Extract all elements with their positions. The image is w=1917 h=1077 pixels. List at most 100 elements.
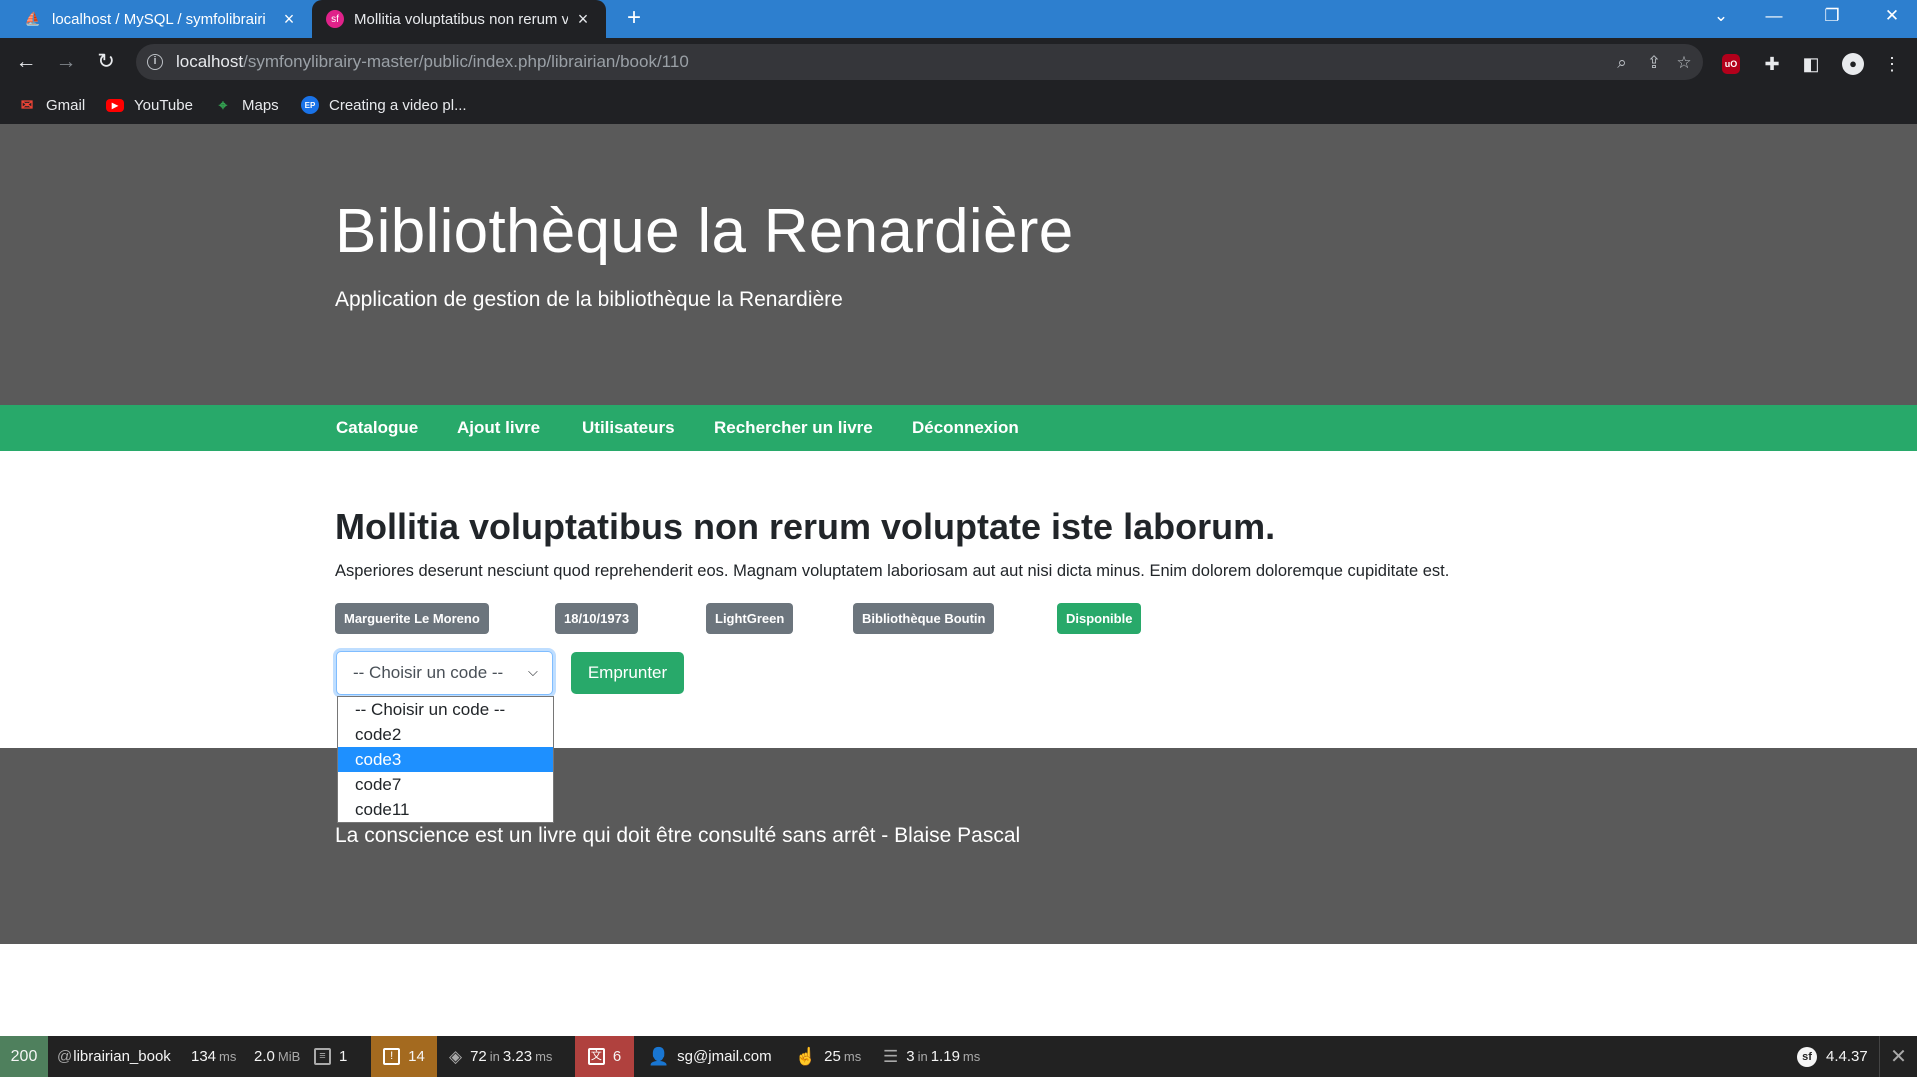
date-badge: 18/10/1973	[555, 603, 639, 634]
site-subtitle: Application de gestion de la bibliothèqu…	[335, 288, 843, 311]
warnings-item[interactable]: ! 14	[371, 1036, 437, 1077]
page-footer: La conscience est un livre qui doit être…	[0, 748, 1917, 944]
emprunter-button[interactable]: Emprunter	[571, 652, 684, 694]
memory-unit: MiB	[277, 1049, 301, 1064]
status-code: 200	[10, 1047, 38, 1065]
nav-link-deconnexion[interactable]: Déconnexion	[912, 405, 1019, 451]
restore-button[interactable]: ❐	[1812, 0, 1852, 32]
code-select-value: -- Choisir un code --	[353, 663, 504, 682]
gmail-icon: ✉	[20, 97, 34, 114]
color-badge: LightGreen	[706, 603, 794, 634]
side-panel-icon[interactable]: ◧	[1799, 52, 1823, 76]
tab-title: Mollitia voluptatibus non rerum v	[354, 10, 568, 28]
url-text[interactable]: localhost/symfonylibrairy-master/public/…	[176, 52, 689, 72]
close-tab-icon[interactable]: ×	[280, 9, 298, 30]
code-option-highlighted[interactable]: code3	[338, 747, 553, 772]
book-title: Mollitia voluptatibus non rerum voluptat…	[335, 506, 1276, 547]
new-tab-button[interactable]: +	[620, 5, 648, 33]
security-item[interactable]: 👤 sg@jmail.com	[648, 1036, 772, 1077]
author-badge: Marguerite Le Moreno	[335, 603, 489, 634]
db-time: 1.19	[930, 1048, 960, 1065]
twig-time: 3.23	[502, 1048, 533, 1065]
site-header: Bibliothèque la Renardière Application d…	[0, 124, 1917, 405]
warning-icon: !	[383, 1048, 401, 1065]
close-window-button[interactable]: ✕	[1872, 0, 1912, 32]
bookmark-label: Creating a video pl...	[329, 96, 467, 114]
time-value: 134	[191, 1048, 217, 1065]
translation-item[interactable]: 文6	[575, 1036, 634, 1077]
database-item[interactable]: ☰ 3 in 1.19 ms	[883, 1036, 980, 1077]
url-host: localhost	[176, 52, 244, 71]
twig-item[interactable]: ◈ 72 in 3.23 ms	[449, 1036, 552, 1077]
bookmark-creating-video[interactable]: EP Creating a video pl...	[301, 86, 467, 124]
extensions-puzzle-icon[interactable]: ✚	[1760, 52, 1784, 76]
phpmyadmin-icon: ⛵	[24, 11, 42, 26]
status-badge: Disponible	[1057, 603, 1142, 634]
db-queries: 3	[906, 1048, 915, 1065]
reload-icon[interactable]: ↻	[90, 46, 122, 78]
nav-link-utilisateurs[interactable]: Utilisateurs	[582, 405, 675, 451]
browser-toolbar: ← → ↻ i localhost/symfonylibrairy-master…	[0, 38, 1917, 86]
code-option[interactable]: code11	[338, 797, 553, 822]
bookmark-youtube[interactable]: ▶ YouTube	[106, 86, 193, 124]
browser-tab-phpmyadmin[interactable]: ⛵ localhost / MySQL / symfolibrairi ×	[10, 0, 312, 38]
hand-icon: ☝	[795, 1046, 817, 1066]
ublock-origin-icon[interactable]: uO	[1722, 54, 1740, 74]
render-time: 25	[824, 1048, 841, 1065]
translation-count: 6	[612, 1048, 622, 1065]
bookmark-label: Gmail	[46, 96, 86, 114]
main-navbar: Catalogue Ajout livre Utilisateurs Reche…	[0, 405, 1917, 451]
memory-value: 2.0	[254, 1048, 275, 1065]
user-email: sg@jmail.com	[677, 1048, 772, 1065]
bookmark-label: YouTube	[134, 96, 193, 114]
browser-tab-book[interactable]: sf Mollitia voluptatibus non rerum v ×	[312, 0, 606, 38]
code-option[interactable]: -- Choisir un code --	[338, 697, 553, 722]
nav-link-rechercher[interactable]: Rechercher un livre	[714, 405, 873, 451]
symfony-icon: sf	[326, 10, 344, 28]
status-code-badge[interactable]: 200	[0, 1036, 48, 1077]
browser-menu-icon[interactable]: ⋮	[1880, 52, 1904, 76]
symfony-logo-icon: sf	[1797, 1046, 1817, 1067]
render-time-item[interactable]: ☝ 25 ms	[795, 1036, 861, 1077]
nav-link-catalogue[interactable]: Catalogue	[336, 405, 418, 451]
logs-icon: ≡	[314, 1048, 331, 1065]
code-select[interactable]: -- Choisir un code -- ⌵	[336, 651, 553, 695]
site-info-icon[interactable]: i	[147, 54, 163, 70]
chevron-down-icon: ⌵	[528, 664, 538, 679]
footer-quote: La conscience est un livre qui doit être…	[335, 824, 1021, 847]
bookmarks-bar: ✉ Gmail ▶ YouTube ⌖ Maps EP Creating a v…	[0, 86, 1917, 124]
bookmark-gmail[interactable]: ✉ Gmail	[18, 86, 85, 124]
at-icon: @	[57, 1048, 73, 1065]
nav-link-ajout-livre[interactable]: Ajout livre	[457, 405, 540, 451]
share-icon[interactable]: ⇪	[1641, 50, 1667, 76]
site-title: Bibliothèque la Renardière	[335, 197, 1074, 266]
close-tab-icon[interactable]: ×	[574, 9, 592, 30]
memory-item[interactable]: 2.0 MiB	[254, 1036, 300, 1077]
library-badge: Bibliothèque Boutin	[853, 603, 995, 634]
tab-title: localhost / MySQL / symfolibrairi	[52, 10, 266, 28]
url-path: /symfonylibrairy-master/public/index.php…	[243, 52, 689, 71]
tab-search-icon[interactable]: ⌄	[1701, 0, 1741, 32]
logs-item[interactable]: ≡ 1	[314, 1036, 347, 1077]
code-option[interactable]: code2	[338, 722, 553, 747]
symfony-version: 4.4.37	[1826, 1048, 1868, 1065]
maps-icon: ⌖	[218, 96, 228, 114]
close-toolbar-icon[interactable]: ✕	[1879, 1036, 1917, 1077]
minimize-button[interactable]: —	[1754, 0, 1794, 32]
database-icon: ☰	[883, 1046, 899, 1066]
address-bar[interactable]: i localhost/symfonylibrairy-master/publi…	[136, 44, 1703, 80]
bookmark-maps[interactable]: ⌖ Maps	[214, 86, 279, 124]
time-item[interactable]: 134 ms	[191, 1036, 236, 1077]
route-item[interactable]: @ librairian_book	[57, 1036, 171, 1077]
forward-arrow-icon[interactable]: →	[50, 46, 82, 78]
time-unit: ms	[219, 1049, 237, 1064]
back-arrow-icon[interactable]: ←	[10, 46, 42, 78]
zoom-icon[interactable]: ⌕	[1609, 50, 1635, 76]
twig-calls: 72	[470, 1048, 487, 1065]
profile-avatar-icon[interactable]: ●	[1842, 53, 1864, 75]
code-option[interactable]: code7	[338, 772, 553, 797]
logs-count: 1	[339, 1048, 348, 1065]
code-select-dropdown[interactable]: -- Choisir un code -- code2 code3 code7 …	[337, 696, 554, 823]
symfony-version-item[interactable]: sf 4.4.37	[1797, 1036, 1868, 1077]
bookmark-star-icon[interactable]: ☆	[1671, 50, 1697, 76]
